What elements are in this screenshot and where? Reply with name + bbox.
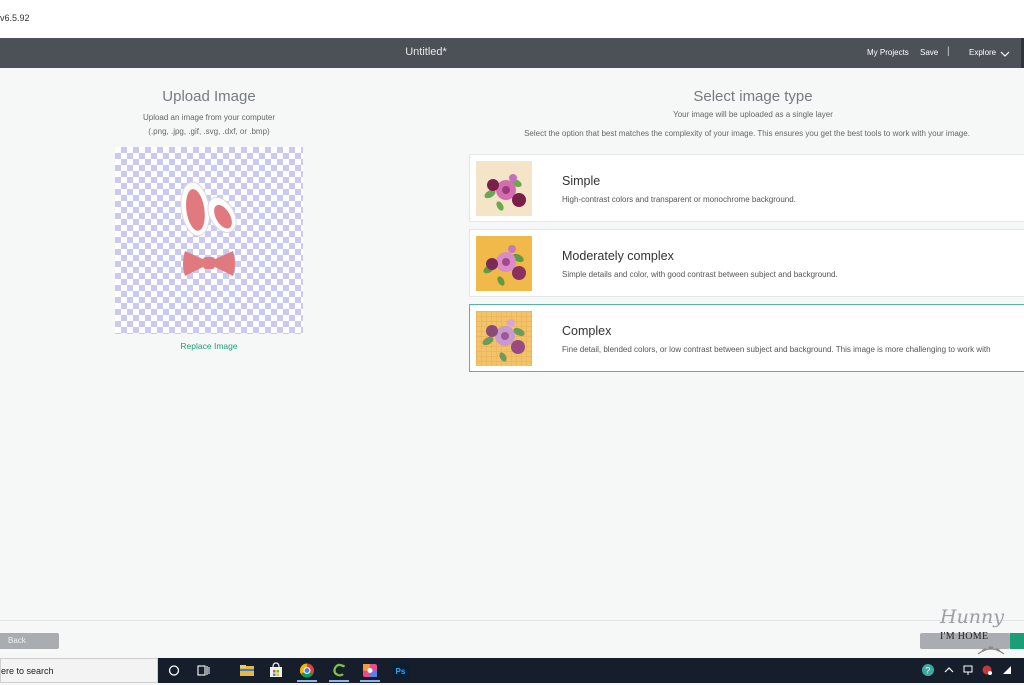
chrome-icon[interactable] bbox=[297, 661, 317, 682]
photoshop-label: Ps bbox=[396, 667, 406, 676]
option-complex[interactable]: Complex Fine detail, blended colors, or … bbox=[469, 304, 1024, 372]
continue-button-edge[interactable] bbox=[1010, 633, 1024, 649]
chevron-up-icon[interactable] bbox=[942, 663, 956, 677]
task-view-icon[interactable] bbox=[164, 661, 184, 680]
upload-workspace: Upload Image Upload an image from your c… bbox=[0, 68, 1024, 620]
upload-instructions: Upload an image from your computer (.png… bbox=[109, 111, 309, 139]
image-preview bbox=[115, 147, 303, 334]
timeline-icon[interactable] bbox=[193, 661, 213, 680]
help-icon[interactable]: ? bbox=[921, 663, 935, 677]
replace-image-link[interactable]: Replace Image bbox=[109, 341, 309, 351]
explore-menu[interactable]: Explore bbox=[969, 48, 996, 57]
project-title[interactable]: Untitled* bbox=[0, 46, 852, 58]
photoshop-icon[interactable]: Ps bbox=[391, 661, 411, 680]
search-placeholder: ere to search bbox=[1, 666, 54, 676]
version-label: v6.5.92 bbox=[0, 13, 30, 23]
watermark-script-text: Hunny bbox=[940, 606, 1005, 628]
top-navigation-bar: Untitled* My Projects Save | Explore bbox=[0, 38, 1024, 68]
bunny-ears-bow-image bbox=[180, 181, 237, 276]
thumb-moderately-complex bbox=[476, 236, 532, 291]
antivirus-icon[interactable] bbox=[980, 663, 994, 677]
back-button[interactable]: Back bbox=[0, 633, 59, 649]
svg-text:?: ? bbox=[925, 666, 930, 676]
upload-title: Upload Image bbox=[162, 88, 256, 105]
laurel-icon bbox=[977, 646, 1005, 655]
window-titlebar: v6.5.92 bbox=[0, 0, 1024, 38]
option-simple[interactable]: Simple High-contrast colors and transpar… bbox=[469, 154, 1024, 222]
photos-icon[interactable] bbox=[360, 661, 380, 682]
file-explorer-icon[interactable] bbox=[237, 661, 257, 680]
image-type-subtitle: Your image will be uploaded as a single … bbox=[673, 110, 833, 119]
option-name: Moderately complex bbox=[562, 249, 674, 263]
hunny-im-home-watermark: Hunny I'M HOME bbox=[936, 606, 1008, 658]
upload-subtitle: Upload an image from your computer bbox=[142, 113, 276, 122]
chevron-down-icon[interactable] bbox=[999, 47, 1011, 59]
watermark-caps-text: I'M HOME bbox=[940, 631, 989, 642]
footer-bar: Back bbox=[0, 620, 1024, 658]
my-projects-link[interactable]: My Projects bbox=[867, 48, 909, 57]
thumb-complex bbox=[476, 311, 532, 366]
option-name: Complex bbox=[562, 324, 612, 338]
option-name: Simple bbox=[562, 174, 601, 188]
store-icon[interactable] bbox=[266, 661, 286, 680]
image-type-title: Select image type bbox=[693, 88, 813, 105]
option-description: High-contrast colors and transparent or … bbox=[562, 195, 796, 204]
option-description: Fine detail, blended colors, or low cont… bbox=[562, 345, 991, 354]
windows-taskbar: ere to search Ps ? bbox=[0, 658, 1024, 683]
network-icon[interactable] bbox=[961, 663, 975, 677]
option-moderately-complex[interactable]: Moderately complex Simple details and co… bbox=[469, 229, 1024, 297]
image-type-instruction: Select the option that best matches the … bbox=[524, 129, 970, 138]
upload-formats: (.png, .jpg, .gif, .svg, .dxf, or .bmp) bbox=[148, 127, 270, 136]
nav-separator: | bbox=[947, 46, 950, 57]
wifi-icon[interactable] bbox=[1000, 663, 1014, 677]
thumb-simple bbox=[476, 161, 532, 216]
option-description: Simple details and color, with good cont… bbox=[562, 270, 838, 279]
taskbar-search-box[interactable]: ere to search bbox=[0, 658, 158, 683]
save-button[interactable]: Save bbox=[920, 48, 938, 57]
cricut-icon[interactable] bbox=[329, 661, 349, 682]
